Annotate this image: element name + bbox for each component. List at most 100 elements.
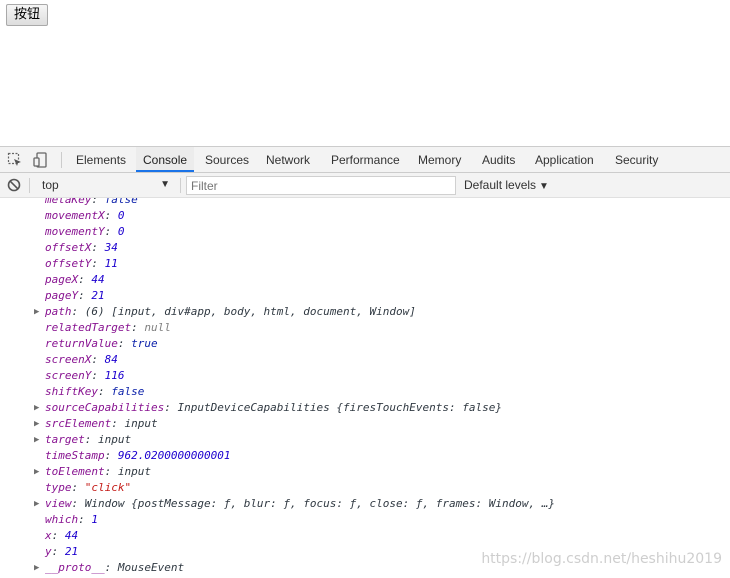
property-colon: : [78, 273, 92, 286]
property-colon: : [104, 449, 118, 462]
property-value: 116 [104, 369, 125, 382]
expand-arrow-icon[interactable]: ▶ [34, 432, 39, 448]
context-selector[interactable]: top ▼ [34, 176, 174, 194]
expand-arrow-icon[interactable]: ▶ [34, 560, 39, 576]
property-key: x [45, 529, 52, 542]
property-colon: : [104, 561, 118, 574]
log-levels-label: Default levels [464, 178, 537, 192]
property-value: 0 [117, 209, 125, 222]
property-text: movementY: 0 [45, 224, 124, 240]
property-colon: : [84, 433, 98, 446]
tab-memory[interactable]: Memory [411, 147, 468, 172]
tab-performance[interactable]: Performance [324, 147, 407, 172]
property-text: target: input [45, 432, 131, 448]
tab-application[interactable]: Application [528, 147, 601, 172]
expand-arrow-icon[interactable]: ▶ [34, 416, 39, 432]
property-text: returnValue: true [45, 336, 158, 352]
tab-console[interactable]: Console [136, 147, 195, 172]
property-key: pageX [45, 273, 79, 286]
property-value: 21 [91, 289, 105, 302]
property-text: screenX: 84 [45, 352, 118, 368]
device-toolbar-icon[interactable] [32, 151, 50, 169]
filter-input[interactable] [186, 176, 456, 195]
expand-arrow-icon[interactable]: ▶ [34, 496, 39, 512]
inspect-element-icon[interactable] [6, 151, 24, 169]
property-value: null [144, 321, 171, 334]
property-colon: : [71, 305, 85, 318]
property-value: 44 [64, 529, 79, 542]
console-output[interactable]: metaKey: false movementX: 0 movementY: 0 of… [0, 198, 730, 578]
property-value: 1 [91, 513, 98, 526]
property-key: timeStamp [45, 449, 105, 462]
property-colon: : [51, 545, 65, 558]
property-value: 11 [104, 257, 118, 270]
property-colon: : [78, 289, 92, 302]
property-value: 21 [64, 545, 79, 558]
property-colon: : [91, 369, 105, 382]
property-key: offsetX [45, 241, 92, 254]
tab-network[interactable]: Network [259, 147, 317, 172]
context-value: top [42, 178, 59, 192]
property-key: toElement [45, 465, 105, 478]
console-toolbar: top ▼ Default levels▼ [0, 173, 730, 198]
tab-audits[interactable]: Audits [475, 147, 522, 172]
property-text: relatedTarget: null [45, 320, 171, 336]
clear-console-icon[interactable] [7, 178, 21, 192]
property-key: view [45, 497, 72, 510]
property-text: timeStamp: 962.0200000000001 [45, 448, 230, 464]
toolbar-divider [180, 178, 181, 193]
property-value: 34 [104, 241, 118, 254]
property-colon: : [91, 257, 105, 270]
property-key: path [45, 305, 72, 318]
property-text: shiftKey: false [45, 384, 144, 400]
property-key: __proto__ [45, 561, 105, 574]
devtools-panel: Elements Console Sources Network Performance… [0, 146, 730, 577]
property-text: pageX: 44 [45, 272, 105, 288]
property-colon: : [104, 465, 118, 478]
page-button[interactable]: 按钮 [6, 4, 49, 26]
devtools-tabbar: Elements Console Sources Network Performance… [0, 147, 730, 173]
property-key: sourceCapabilities [45, 401, 165, 414]
watermark: https://blog.csdn.net/heshihu2019 [481, 551, 722, 567]
toolbar-divider [29, 178, 30, 193]
expand-arrow-icon[interactable]: ▶ [34, 464, 39, 480]
tab-sources[interactable]: Sources [198, 147, 256, 172]
property-text: x: 44 [45, 528, 78, 544]
tab-security[interactable]: Security [608, 147, 665, 172]
property-value: "click" [84, 481, 132, 494]
log-levels-dropdown[interactable]: Default levels ▼ [464, 177, 549, 195]
property-key: type [45, 481, 72, 494]
property-colon: : [97, 385, 112, 398]
property-value: 44 [91, 273, 105, 286]
property-text: path: (6) [input, div#app, body, html, d… [45, 304, 416, 320]
chevron-down-icon: ▼ [160, 179, 170, 190]
property-colon: : [78, 513, 92, 526]
property-colon: : [91, 241, 105, 254]
property-value: Window {postMessage: ƒ, blur: ƒ, focus: … [84, 497, 555, 510]
property-value: 962.0200000000001 [117, 449, 231, 462]
property-value: 0 [117, 225, 125, 238]
property-value: input [124, 417, 158, 430]
property-colon: : [71, 497, 85, 510]
property-text: toElement: input [45, 464, 151, 480]
property-value: MouseEvent [117, 561, 185, 574]
property-key: y [45, 545, 52, 558]
property-value: false [111, 385, 145, 398]
property-text: offsetY: 11 [45, 256, 118, 272]
property-key: screenX [45, 353, 92, 366]
property-text: sourceCapabilities: InputDeviceCapabilit… [45, 400, 502, 416]
property-key: relatedTarget [45, 321, 132, 334]
property-value: input [98, 433, 132, 446]
property-colon: : [104, 225, 118, 238]
expand-arrow-icon[interactable]: ▶ [34, 304, 39, 320]
tab-elements[interactable]: Elements [69, 147, 133, 172]
property-key: srcElement [45, 417, 112, 430]
property-value: input [117, 465, 151, 478]
property-colon: : [104, 209, 118, 222]
property-colon: : [164, 401, 178, 414]
property-key: pageY [45, 289, 79, 302]
property-key: target [45, 433, 85, 446]
toolbar-divider [61, 152, 62, 168]
expand-arrow-icon[interactable]: ▶ [34, 400, 39, 416]
property-text: y: 21 [45, 544, 78, 560]
